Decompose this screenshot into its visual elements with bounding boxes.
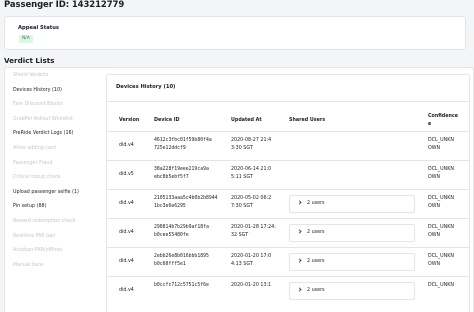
confidence-cell-wrap: OWN (428, 204, 441, 209)
status-badge: N/A (19, 35, 33, 43)
chevron-right-icon (297, 200, 302, 205)
updated-at-cell: 2020-01-28 17:24: (231, 225, 276, 230)
shared-users-dropdown[interactable]: 2 users (289, 253, 415, 271)
sidebar-item[interactable]: Shield Verdicts (13, 69, 99, 84)
shared-users-dropdown[interactable]: 2 users (289, 195, 415, 213)
confidence-cell-wrap: OWN (428, 262, 441, 267)
table-row: did.v5 38a228f19eee219ca9a ebc8b5ebf5f7 202… (107, 160, 469, 189)
device-id-cell-wrap: 1bc3e6e6295 (154, 204, 186, 209)
confidence-cell: DCL_UNKN (428, 196, 454, 201)
chevron-right-icon (297, 229, 302, 234)
column-header-confidence-wrap: e (428, 122, 432, 127)
shared-users-label: 2 users (307, 259, 325, 264)
confidence-cell: DCL_UNKN (428, 254, 454, 259)
sidebar-item[interactable]: Critical topup check (13, 171, 99, 186)
table-row: did.v4 4612c3fbc01f59b80f4a 725e12ddcf9 202… (107, 131, 469, 160)
version-cell: did.v4 (119, 143, 134, 148)
version-cell: did.v4 (119, 201, 134, 206)
device-id-cell: 4612c3fbc01f59b80f4a (154, 138, 212, 143)
sidebar-item[interactable]: Autoban-FAR(offline) (13, 244, 99, 259)
sidebar-item[interactable]: GrabPet Rollout Whitelist (13, 113, 99, 128)
shared-users-label: 2 users (307, 230, 325, 235)
updated-at-cell-wrap: 5:11 SGT (231, 175, 253, 180)
device-id-cell-wrap: 725e12ddcf9 (154, 146, 186, 151)
table-row: did.v4 2105133aaa5c4b0b2b8944 1bc3e6e6295 2… (107, 189, 469, 218)
confidence-cell: DCL_UNKN (428, 138, 454, 143)
shared-users-label: 2 users (307, 288, 325, 293)
confidence-cell: DCL_UNKN (428, 167, 454, 172)
version-cell: did.v5 (119, 172, 134, 177)
sidebar-item[interactable]: Upload passenger selfie (1) (13, 186, 99, 201)
confidence-cell-wrap: OWN (428, 146, 441, 151)
updated-at-cell-wrap: 4:13 SGT (231, 262, 253, 267)
shared-users-label: 2 users (307, 201, 325, 206)
device-id-cell-wrap: b0cee55480fe (154, 233, 189, 238)
appeal-status-card: Appeal Status N/A (4, 16, 466, 50)
column-header-device-id: Device ID (154, 118, 180, 123)
divider (107, 101, 469, 102)
device-id-cell: 2105133aaa5c4b0b2b8944 (154, 196, 218, 201)
sidebar-item[interactable]: Pin setup (88) (13, 200, 99, 215)
device-id-cell: 38a228f19eee219ca9a (154, 167, 209, 172)
updated-at-cell-wrap: 7:30 SGT (231, 204, 253, 209)
updated-at-cell: 2020-01-20 13:1 (231, 283, 272, 288)
confidence-cell: DCL_UNKN (428, 225, 454, 230)
updated-at-cell-wrap: 32 SGT (231, 233, 249, 238)
appeal-status-label: Appeal Status (18, 25, 60, 31)
chevron-right-icon (297, 258, 302, 263)
device-id-cell-wrap: ebc8b5ebf5f7 (154, 175, 189, 180)
updated-at-cell: 2020-05-02 06:2 (231, 196, 272, 201)
chevron-right-icon (297, 287, 302, 292)
verdict-lists-card: Shield Verdicts Devices History (10) Fare … (4, 67, 474, 312)
shared-users-dropdown[interactable]: 2 users (289, 282, 415, 300)
device-id-cell: 2ebb26e8b016bbb1895 (154, 254, 209, 259)
table-row: did.v4 298814b7b29b9af18fa b0cee55480fe 202… (107, 218, 469, 247)
devices-history-title: Devices History (10) (116, 84, 176, 90)
device-id-cell-wrap: b0c60fff5e1 (154, 262, 186, 267)
updated-at-cell: 2020-01-20 17:0 (231, 254, 272, 259)
device-id-cell: b0ccfc712c5751c5f6e (154, 283, 209, 288)
shared-users-dropdown[interactable]: 2 users (289, 224, 415, 242)
verdict-nav: Shield Verdicts Devices History (10) Fare … (13, 69, 99, 273)
sidebar-item[interactable]: Reward redemption check (13, 215, 99, 230)
device-id-cell: 298814b7b29b9af18fa (154, 225, 209, 230)
version-cell: did.v4 (119, 230, 134, 235)
sidebar-item[interactable]: Manual bans (13, 259, 99, 274)
table-row: did.v4 b0ccfc712c5751c5f6e 2020-01-20 13:1… (107, 276, 469, 305)
sidebar-item[interactable]: Allow adding card (13, 142, 99, 157)
sidebar-item[interactable]: Devices History (10) (13, 84, 99, 99)
updated-at-cell: 2020-08-27 21:4 (231, 138, 272, 143)
column-header-updated-at: Updated At (231, 118, 262, 123)
confidence-cell-wrap: OWN (428, 233, 441, 238)
column-header-shared-users: Shared Users (289, 118, 326, 123)
version-cell: did.v4 (119, 288, 134, 293)
sidebar-item[interactable]: Fare Discount Blocks (13, 98, 99, 113)
updated-at-cell: 2020-06-14 21:0 (231, 167, 272, 172)
verdict-lists-title: Verdict Lists (4, 56, 55, 65)
confidence-cell-wrap: OWN (428, 175, 441, 180)
page-title: Passenger ID: 143212779 (4, 0, 125, 10)
sidebar-item[interactable]: Passenger Fraud (13, 157, 99, 172)
sidebar-item[interactable]: PreRide Verdict Logs (16) (13, 127, 99, 142)
confidence-cell: DCL_UNKN (428, 283, 454, 288)
column-header-confidence: Confidence (428, 114, 458, 119)
table-row: did.v4 2ebb26e8b016bbb1895 b0c60fff5e1 2020… (107, 247, 469, 276)
sidebar-item[interactable]: Realtime FAR ban (13, 230, 99, 245)
column-header-version: Version (119, 118, 140, 123)
version-cell: did.v4 (119, 259, 134, 264)
devices-history-panel: Devices History (10) Version Device ID U… (106, 74, 470, 312)
updated-at-cell-wrap: 3:30 SGT (231, 146, 253, 151)
